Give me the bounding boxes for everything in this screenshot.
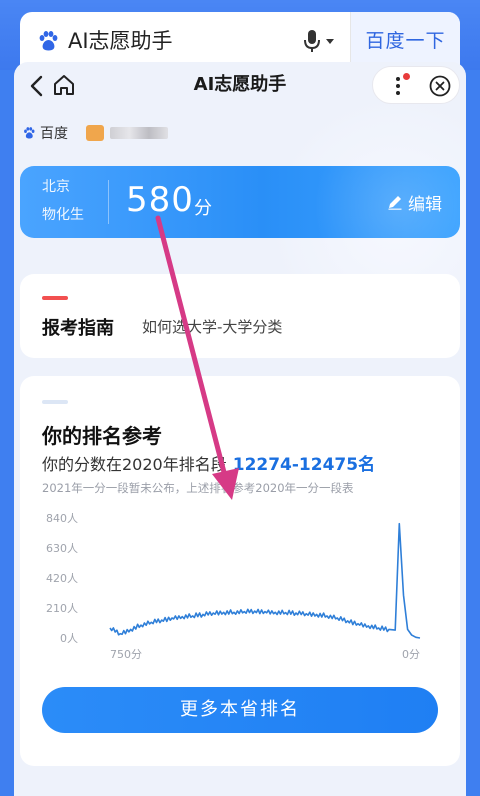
ranking-prefix: 你的分数在2020年排名段 [42, 455, 227, 474]
source-row: 百度 [22, 122, 168, 144]
guide-subtitle-link[interactable]: 如何选大学-大学分类 [142, 316, 282, 337]
edit-label: 编辑 [408, 194, 442, 215]
close-icon[interactable] [429, 75, 451, 97]
ranking-card: 你的排名参考 你的分数在2020年排名段 12274-12475名 2021年一分… [20, 376, 460, 766]
ranking-range: 12274-12475名 [232, 455, 376, 475]
ranking-title: 你的排名参考 [42, 424, 162, 448]
baidu-paw-icon [24, 127, 35, 139]
microphone-icon[interactable] [303, 28, 321, 54]
accent-bar [42, 296, 68, 300]
mini-program-capsule [372, 66, 460, 104]
y-tick-label: 0人 [60, 632, 78, 645]
y-tick-label: 420人 [46, 572, 78, 585]
divider [108, 180, 109, 224]
more-ranking-button[interactable]: 更多本省排名 [42, 687, 438, 733]
search-input[interactable]: AI志愿助手 [68, 24, 288, 58]
page-title: AI志愿助手 [193, 74, 287, 95]
baidu-paw-icon [39, 31, 58, 51]
ranking-summary: 你的分数在2020年排名段 12274-12475名 [42, 450, 375, 475]
home-icon[interactable] [52, 73, 76, 97]
province-label: 北京 [42, 179, 70, 195]
x-tick-label: 0分 [402, 648, 420, 661]
back-arrow-icon[interactable] [26, 74, 48, 98]
accent-bar [42, 400, 68, 404]
notification-dot [403, 73, 410, 80]
y-tick-label: 210人 [46, 602, 78, 615]
avatar [86, 125, 104, 141]
ai-assistant-panel: AI志愿助手 百度 北京 物化生 580 分 编辑 报考指南 如何选大学-大学分… [14, 62, 466, 796]
subjects-label: 物化生 [42, 207, 84, 223]
edit-button[interactable]: 编辑 [386, 190, 442, 215]
guide-title: 报考指南 [42, 318, 114, 339]
y-tick-label: 630人 [46, 542, 78, 555]
score-value: 580 [126, 180, 194, 220]
pencil-icon [388, 196, 402, 210]
source-label: 百度 [40, 126, 68, 142]
more-vertical-icon[interactable] [395, 76, 401, 96]
score-distribution-chart: 0人 210人 420人 630人 840人 750分 0分 [46, 512, 421, 661]
score-card[interactable]: 北京 物化生 580 分 编辑 [20, 166, 460, 238]
chevron-down-icon[interactable] [326, 39, 334, 44]
series-line [109, 522, 421, 639]
y-tick-label: 840人 [46, 512, 78, 525]
blurred-username [110, 127, 168, 139]
guide-card[interactable]: 报考指南 如何选大学-大学分类 [20, 274, 460, 358]
score-unit: 分 [194, 198, 212, 219]
x-tick-label: 750分 [110, 648, 142, 661]
ranking-note: 2021年一分一段暂未公布，上述排名参考2020年一分一段表 [42, 481, 354, 495]
